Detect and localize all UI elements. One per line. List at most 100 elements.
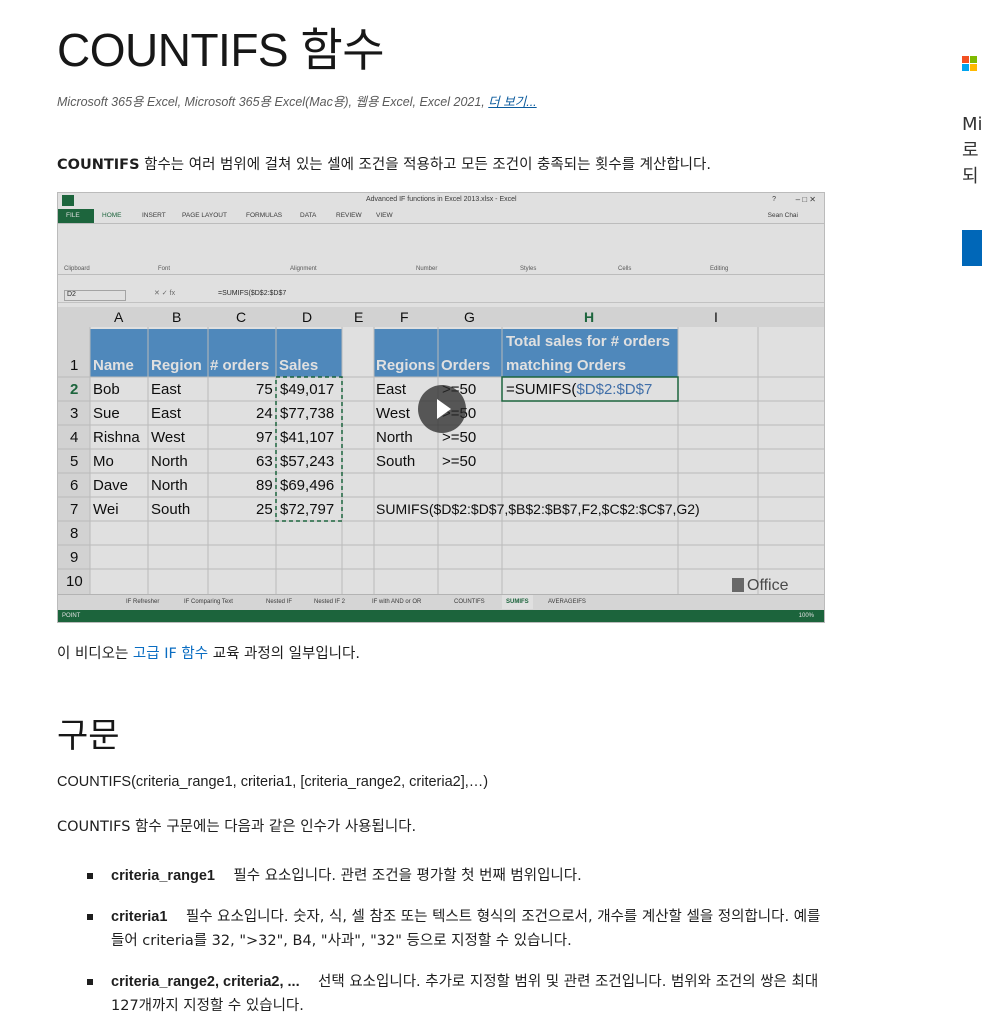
- table-header-cell: Regions: [376, 357, 436, 374]
- zoom-level: 100%: [798, 613, 814, 619]
- table-cell: South: [151, 501, 191, 518]
- table-header-cell: Sales: [279, 357, 319, 374]
- table-cell: $49,017: [280, 381, 335, 398]
- table-cell: Wei: [93, 501, 119, 518]
- ribbon-group-label: Editing: [710, 266, 729, 272]
- ribbon-tab-file: FILE: [58, 209, 94, 223]
- row-header: 6: [70, 477, 79, 494]
- microsoft-logo-icon: [962, 56, 978, 72]
- intro-paragraph: COUNTIFS 함수는 여러 범위에 걸쳐 있는 셀에 조건을 적용하고 모든…: [57, 153, 711, 174]
- column-header: I: [714, 309, 718, 325]
- worksheet-grid: A B C D E F G H I 1 2 3 4 5 6 7 8 9 10 N…: [58, 307, 824, 607]
- sheet-tab: IF Comparing Text: [184, 599, 233, 605]
- table-header-cell: Total sales for # orders: [506, 333, 670, 350]
- sheet-tab: Nested IF: [266, 599, 293, 605]
- side-panel-button[interactable]: [962, 230, 982, 266]
- sheet-tab: COUNTIFS: [454, 599, 485, 605]
- table-cell: $69,496: [280, 477, 335, 494]
- table-header-cell: Orders: [441, 357, 491, 374]
- office-logo: Office: [732, 577, 789, 595]
- excel-ribbon-tabs: FILE HOME INSERT PAGE LAYOUT FORMULAS DA…: [58, 209, 824, 223]
- caption-text: 교육 과정의 일부입니다.: [208, 646, 360, 662]
- table-cell: North: [151, 477, 188, 494]
- excel-ribbon: Clipboard Font Alignment Number Styles C…: [58, 223, 824, 275]
- column-header: F: [400, 309, 409, 325]
- table-cell: East: [376, 381, 407, 398]
- formula-text: =SUMIFS($D$2:$D$7: [218, 290, 287, 297]
- argument-name: criteria1: [111, 909, 168, 925]
- table-cell: $72,797: [280, 501, 335, 518]
- ribbon-group-label: Number: [416, 266, 438, 272]
- caption-text: 이 비디오는: [57, 646, 133, 662]
- ribbon-group-label: Font: [158, 266, 171, 272]
- excel-icon: [62, 195, 74, 206]
- table-cell: East: [151, 405, 182, 422]
- column-header: H: [584, 309, 595, 325]
- row-header: 4: [70, 429, 79, 446]
- table-cell: 97: [256, 429, 273, 446]
- row-header: 8: [70, 525, 79, 542]
- active-cell-formula: =SUMIFS($D$2:$D$7: [506, 381, 652, 398]
- table-cell: Dave: [93, 477, 129, 494]
- syntax-heading: 구문: [57, 717, 120, 755]
- fx-icon: ✕ ✓ fx: [154, 290, 176, 297]
- ribbon-group-label: Alignment: [290, 266, 317, 272]
- formula-bar: D2 ✕ ✓ fx =SUMIFS($D$2:$D$7: [58, 287, 824, 303]
- column-header: A: [114, 309, 124, 325]
- user-name: Sean Chai: [767, 212, 798, 219]
- applies-to-text: Microsoft 365용 Excel, Microsoft 365용 Exc…: [57, 95, 485, 109]
- side-panel: Mi 로 되: [960, 0, 982, 1029]
- column-header: G: [464, 309, 475, 325]
- argument-item: criteria_range2, criteria2, ... 선택 요소입니다…: [87, 970, 827, 1018]
- sheet-tab: IF Refresher: [126, 599, 160, 605]
- table-cell: East: [151, 381, 182, 398]
- name-box: D2: [64, 290, 126, 301]
- page-title: COUNTIFS 함수: [57, 24, 385, 76]
- play-button[interactable]: [418, 385, 466, 433]
- argument-desc: 필수 요소입니다. 관련 조건을 평가할 첫 번째 범위입니다.: [214, 868, 582, 884]
- sheet-tab: IF with AND or OR: [372, 599, 422, 605]
- argument-list: criteria_range1 필수 요소입니다. 관련 조건을 평가할 첫 번…: [87, 864, 827, 1029]
- status-mode: POINT: [62, 613, 81, 619]
- video-caption: 이 비디오는 고급 IF 함수 교육 과정의 일부입니다.: [57, 642, 360, 663]
- table-cell: 63: [256, 453, 273, 470]
- table-cell: Sue: [93, 405, 120, 422]
- table-cell: $57,243: [280, 453, 335, 470]
- table-cell: North: [376, 429, 413, 446]
- table-cell: 25: [256, 501, 273, 518]
- table-header-cell: Name: [93, 357, 134, 374]
- column-header: D: [302, 309, 313, 325]
- table-cell: >=50: [442, 453, 477, 470]
- table-cell: Rishna: [93, 429, 140, 446]
- office-logo-text: Office: [747, 577, 789, 594]
- row-header: 2: [70, 381, 79, 398]
- ribbon-tab: INSERT: [142, 212, 166, 219]
- more-link[interactable]: 더 보기...: [488, 95, 536, 109]
- table-cell: West: [151, 429, 185, 446]
- row-header: 7: [70, 501, 79, 518]
- intro-bold: COUNTIFS: [57, 157, 140, 173]
- table-cell: South: [376, 453, 416, 470]
- video-player[interactable]: Advanced IF functions in Excel 2013.xlsx…: [57, 192, 825, 623]
- syntax-text: COUNTIFS(criteria_range1, criteria1, [cr…: [57, 774, 489, 790]
- excel-statusbar: POINT 100%: [58, 610, 824, 622]
- row-header: 1: [70, 357, 79, 374]
- sheet-tabs: IF Refresher IF Comparing Text Nested IF…: [58, 594, 824, 610]
- argument-name: criteria_range1: [111, 868, 215, 884]
- table-cell: 75: [256, 381, 273, 398]
- column-header: E: [354, 309, 364, 325]
- argument-desc: 필수 요소입니다. 숫자, 식, 셀 참조 또는 텍스트 형식의 조건으로서, …: [111, 909, 825, 949]
- row-header: 3: [70, 405, 79, 422]
- sheet-tab: Nested IF 2: [314, 599, 346, 605]
- table-cell: Mo: [93, 453, 114, 470]
- table-cell: Bob: [93, 381, 120, 398]
- row-header: 9: [70, 549, 79, 566]
- table-cell: 89: [256, 477, 273, 494]
- formula-note: SUMIFS($D$2:$D$7,$B$2:$B$7,F2,$C$2:$C$7,…: [376, 501, 700, 517]
- arguments-intro: COUNTIFS 함수 구문에는 다음과 같은 인수가 사용됩니다.: [57, 819, 417, 835]
- column-header: C: [236, 309, 247, 325]
- grid-lines: [58, 307, 824, 595]
- ribbon-tab: REVIEW: [336, 212, 362, 219]
- ribbon-tab: FORMULAS: [246, 212, 283, 219]
- course-link[interactable]: 고급 IF 함수: [133, 646, 208, 662]
